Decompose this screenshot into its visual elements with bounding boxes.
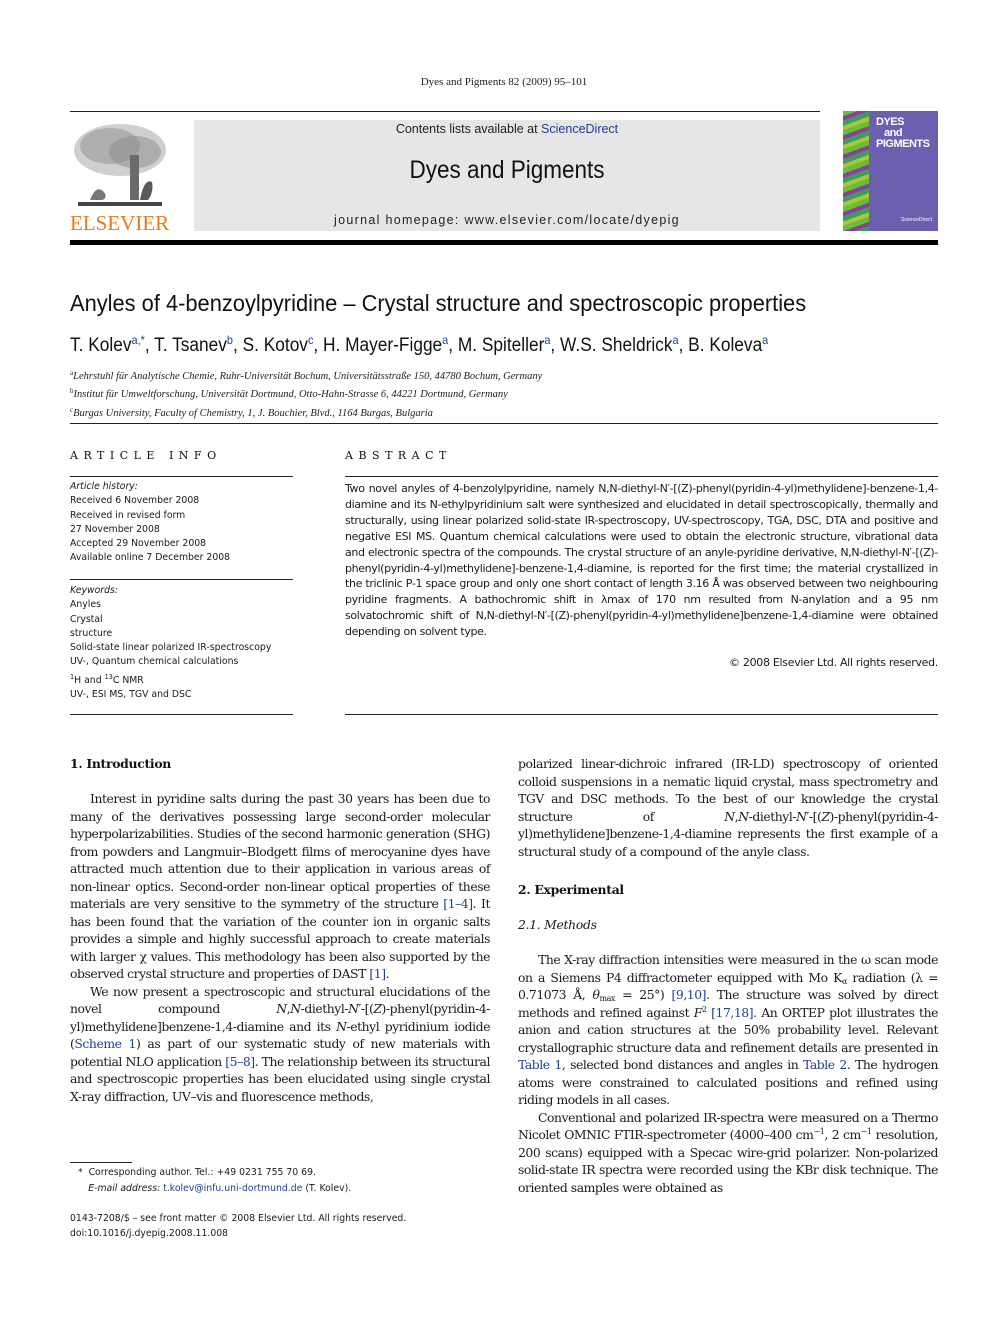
subsection-heading-methods: 2.1. Methods	[518, 917, 597, 932]
methods-column: The X-ray diffraction intensities were m…	[518, 951, 938, 1196]
citation-link[interactable]: [5–8]	[225, 1054, 255, 1069]
history-item: Available online 7 December 2008	[70, 552, 231, 564]
methods-paragraph-1: The X-ray diffraction intensities were m…	[518, 952, 939, 1107]
keyword: Solid-state linear polarized IR-spectros…	[70, 642, 272, 654]
author[interactable]: B. Kolevaa	[688, 333, 768, 356]
intro-paragraph-2-continued: polarized linear-dichroic infrared (IR-L…	[518, 756, 938, 859]
elsevier-wordmark: ELSEVIER	[70, 211, 170, 235]
email-link[interactable]: t.kolev@infu.uni-dortmund.de	[163, 1183, 302, 1194]
history-item: Received 6 November 2008	[70, 495, 200, 507]
issn-line: 0143-7208/$ – see front matter © 2008 El…	[70, 1213, 407, 1224]
scheme-link[interactable]: Scheme 1	[74, 1036, 136, 1051]
citation-link[interactable]: [1]	[369, 966, 386, 981]
intro-paragraph-1: Interest in pyridine salts during the pa…	[70, 791, 490, 981]
intro-column-left: Interest in pyridine salts during the pa…	[70, 790, 490, 1105]
abstract-text: Two novel anyles of 4-benzolylpyridine, …	[345, 482, 938, 639]
divider	[70, 476, 293, 477]
section-heading-experimental: 2. Experimental	[518, 882, 624, 897]
intro-paragraph-2: We now present a spectroscopic and struc…	[70, 983, 491, 1104]
table-link[interactable]: Table 1	[518, 1057, 562, 1072]
doi-link[interactable]: doi:10.1016/j.dyepig.2008.11.008	[70, 1227, 406, 1242]
article-title: Anyles of 4-benzoylpyridine – Crystal st…	[70, 290, 807, 316]
header-thick-rule	[70, 240, 938, 245]
elsevier-tree-icon	[74, 124, 166, 206]
article-info-heading: ARTICLE INFO	[70, 449, 222, 462]
contents-availability: Contents lists available at ScienceDirec…	[194, 122, 820, 136]
keywords-heading: Keywords:	[70, 585, 118, 596]
cover-title: DYES and PIGMENTS	[876, 117, 930, 150]
divider	[345, 714, 938, 715]
keyword: UV-, Quantum chemical calculations	[70, 656, 239, 668]
divider	[70, 423, 938, 424]
email-line: E-mail address: t.kolev@infu.uni-dortmun…	[88, 1182, 352, 1194]
footnote-rule	[70, 1162, 132, 1163]
journal-title: Dyes and Pigments	[409, 156, 605, 184]
journal-cover[interactable]: DYES and PIGMENTS ScienceDirect	[843, 111, 938, 231]
cover-publisher-mark: ScienceDirect	[901, 217, 932, 223]
journal-banner: Contents lists available at ScienceDirec…	[194, 120, 820, 231]
keyword: Anyles	[70, 599, 101, 611]
divider	[70, 714, 293, 715]
cover-title-line: PIGMENTS	[876, 138, 930, 150]
author[interactable]: W.S. Sheldricka	[560, 333, 679, 356]
intro-column-right: polarized linear-dichroic infrared (IR-L…	[518, 755, 938, 860]
author[interactable]: H. Mayer-Figgea	[323, 333, 448, 356]
corresponding-author: * Corresponding author. Tel.: +49 0231 7…	[78, 1167, 316, 1178]
cover-artwork	[843, 111, 869, 231]
article-history: Article history: Received 6 November 200…	[70, 480, 284, 566]
affiliation: bInstitut für Umweltforschung, Universit…	[70, 387, 508, 401]
keyword: 1H and 13C NMR	[70, 672, 144, 686]
history-item: Received in revised form	[70, 509, 186, 521]
author[interactable]: M. Spitellera	[458, 333, 551, 356]
keyword: UV-, ESI MS, TGV and DSC	[70, 689, 192, 701]
divider	[70, 579, 293, 580]
abstract-heading: ABSTRACT	[345, 449, 452, 462]
table-link[interactable]: Table 2	[803, 1057, 847, 1072]
keywords: Keywords: Anyles Crystal structure Solid…	[70, 584, 284, 702]
affiliation: cBurgas University, Faculty of Chemistry…	[70, 405, 433, 419]
elsevier-logo[interactable]: ELSEVIER	[70, 120, 170, 235]
running-head: Dyes and Pigments 82 (2009) 95–101	[420, 76, 588, 88]
methods-paragraph-2: Conventional and polarized IR-spectra we…	[518, 1109, 938, 1195]
contents-prefix: Contents lists available at	[395, 122, 542, 136]
affiliation: aLehrstuhl für Analytische Chemie, Ruhr-…	[70, 369, 543, 382]
keyword: structure	[70, 627, 113, 639]
author[interactable]: S. Kotovc	[243, 333, 314, 356]
history-heading: Article history:	[70, 481, 138, 492]
affiliations: aLehrstuhl für Analytische Chemie, Ruhr-…	[70, 366, 542, 421]
keyword: Crystal	[70, 613, 103, 625]
author[interactable]: T. Koleva,*	[70, 333, 145, 356]
divider	[345, 476, 938, 477]
corresponding-author-footnote: * Corresponding author. Tel.: +49 0231 7…	[78, 1165, 351, 1196]
author[interactable]: T. Tsanevb	[154, 333, 233, 356]
header-rule	[70, 111, 820, 112]
history-item: Accepted 29 November 2008	[70, 538, 207, 550]
citation-link[interactable]: [1–4]	[443, 896, 473, 911]
journal-homepage-link[interactable]: journal homepage: www.elsevier.com/locat…	[194, 213, 820, 227]
author-list: T. Koleva,*, T. Tsanevb, S. Kotovc, H. M…	[70, 333, 769, 356]
abstract-copyright: © 2008 Elsevier Ltd. All rights reserved…	[729, 656, 938, 669]
citation-link[interactable]: [17,18]	[711, 1005, 753, 1020]
history-item: 27 November 2008	[70, 523, 160, 535]
front-matter: 0143-7208/$ – see front matter © 2008 El…	[70, 1212, 406, 1241]
section-heading-introduction: 1. Introduction	[70, 756, 171, 771]
sciencedirect-link[interactable]: ScienceDirect	[541, 122, 618, 136]
citation-link[interactable]: [9,10]	[672, 987, 707, 1002]
